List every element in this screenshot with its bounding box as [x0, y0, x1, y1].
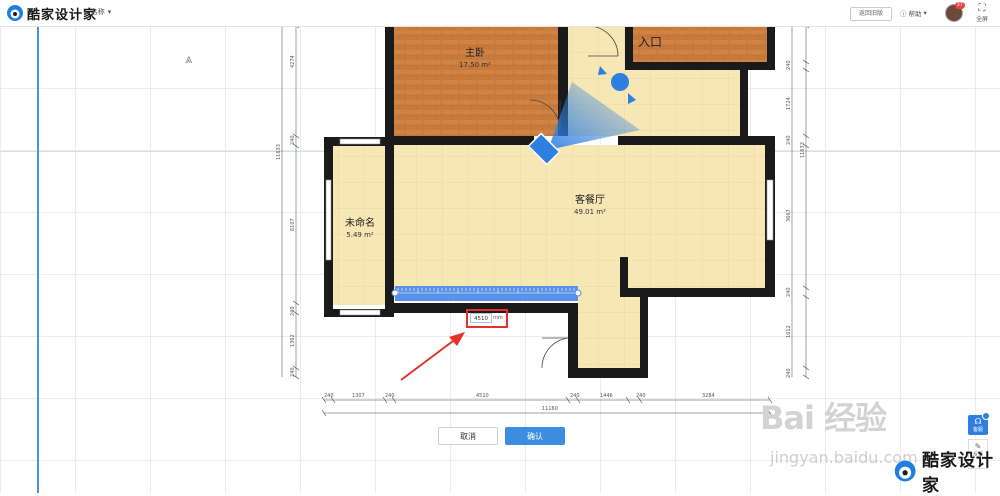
room-label-entrance[interactable]: 入口	[630, 33, 670, 50]
room-area: 49.01 m²	[574, 208, 606, 216]
dim-bottom-total: 11160	[542, 406, 558, 412]
room-name: 主卧	[465, 48, 485, 59]
lock-icon: 🔒︎	[84, 7, 88, 16]
dim-left-total: 11633	[276, 144, 282, 160]
user-avatar[interactable]: 37	[945, 2, 965, 22]
dim-right-3: 3667	[786, 209, 792, 222]
dim-bottom-3: 4510	[476, 393, 489, 399]
wall-length-input[interactable]: 4510	[470, 313, 492, 323]
cancel-button[interactable]: 取消	[438, 427, 498, 445]
room-label-master-bedroom[interactable]: 主卧 17.50 m²	[445, 44, 505, 69]
dim-bottom-7: 3284	[702, 393, 715, 399]
fullscreen-label: 全屏	[975, 16, 988, 23]
room-label-living-dining[interactable]: 客餐厅 49.01 m²	[555, 191, 625, 216]
dim-left-5: 240	[290, 367, 296, 377]
brand-watermark-text: 酷家设计家	[922, 451, 994, 496]
dim-right-5: 1612	[786, 325, 792, 338]
customer-service-label: 客服	[972, 427, 983, 433]
dim-right-total: 11633	[800, 142, 806, 158]
room-label-unnamed[interactable]: 未命名 5.49 m²	[335, 214, 385, 239]
dim-bottom-5: 1446	[600, 393, 613, 399]
confirm-button[interactable]: 确认	[505, 427, 565, 445]
dim-right-2: 240	[786, 135, 792, 145]
back-to-old-version-button[interactable]: 返回旧版	[850, 7, 892, 21]
brand-watermark-icon	[894, 460, 916, 482]
baidu-watermark: Bai 经验	[760, 399, 887, 437]
project-name: 名称	[90, 8, 105, 16]
wall-length-unit: mm	[493, 315, 503, 321]
wall-length-ruler[interactable]	[391, 286, 582, 301]
project-name-menu[interactable]: 🔒︎ 名称 ▾	[84, 7, 111, 17]
dim-bottom-4: 240	[570, 393, 580, 399]
camera-position-icon[interactable]	[611, 73, 629, 91]
caret-down-icon: ▾	[923, 9, 927, 17]
dim-right-4: 240	[786, 287, 792, 297]
dim-right-0: 240	[786, 60, 792, 70]
brand-watermark: 酷家设计家	[893, 446, 1000, 496]
customer-service-button[interactable]: ☊ 客服	[968, 412, 990, 435]
room-name: 客餐厅	[575, 195, 605, 206]
dim-left-2: 6107	[290, 218, 296, 231]
room-name: 未命名	[345, 218, 375, 229]
floor-master-bedroom[interactable]	[393, 26, 559, 136]
room-name: 入口	[637, 35, 662, 49]
dim-right-1: 1724	[786, 97, 792, 110]
fullscreen-button[interactable]: ⛶ 全屏	[972, 3, 992, 23]
notification-dot	[982, 412, 990, 420]
dim-right-6: 240	[786, 368, 792, 378]
dim-left-4: 1362	[290, 334, 296, 347]
help-icon: ⓘ	[900, 10, 907, 18]
caret-down-icon: ▾	[107, 8, 112, 16]
dim-bottom-2: 240	[385, 393, 395, 399]
dim-bottom-0: 240	[324, 393, 334, 399]
fullscreen-icon: ⛶	[978, 3, 986, 14]
room-area: 5.49 m²	[346, 231, 374, 239]
brand-logo-icon	[7, 5, 23, 21]
dim-left-1: 240	[290, 135, 296, 145]
top-bar: 酷家设计家 🔒︎ 名称 ▾ 返回旧版 ⓘ 帮助 ▾ 37 ⛶ 全屏	[0, 0, 1000, 27]
dim-left-3: 240	[290, 306, 296, 316]
help-menu[interactable]: ⓘ 帮助 ▾	[900, 8, 927, 18]
help-label: 帮助	[908, 10, 922, 18]
annotation-arrow-icon	[400, 332, 465, 381]
room-area: 17.50 m²	[459, 61, 491, 69]
dim-left-0: 4274	[290, 55, 296, 68]
notification-badge: 37	[954, 2, 965, 9]
dim-bottom-1: 1307	[352, 393, 365, 399]
dim-bottom-6: 240	[636, 393, 646, 399]
